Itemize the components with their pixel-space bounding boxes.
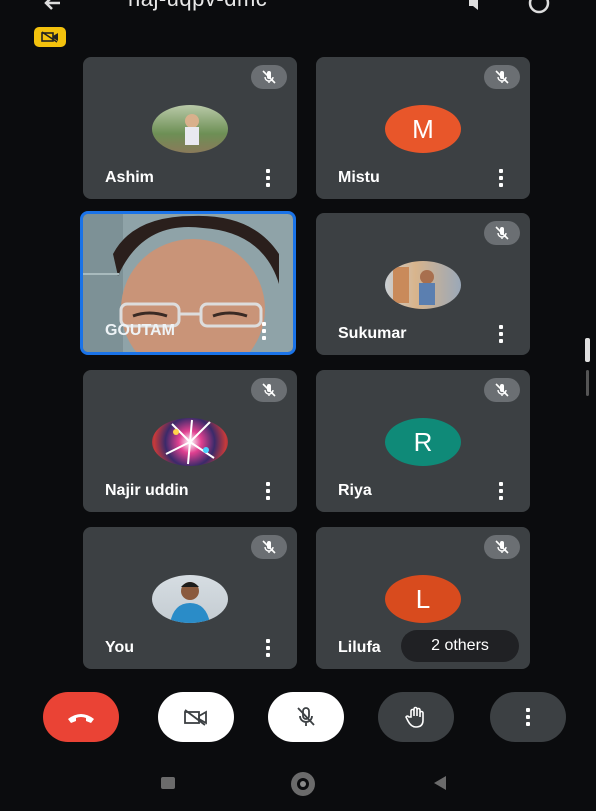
scrollbar-track	[586, 370, 589, 396]
participant-name: Ashim	[105, 169, 154, 186]
camera-off-icon	[184, 709, 207, 726]
scrollbar-thumb[interactable]	[585, 338, 590, 362]
participant-tile-mistu[interactable]: M Mistu	[316, 57, 530, 199]
participant-name: Riya	[338, 482, 372, 499]
mic-muted-icon	[251, 535, 287, 559]
tile-menu-icon[interactable]	[265, 169, 271, 187]
raise-hand-button[interactable]	[378, 692, 454, 742]
recents-icon[interactable]	[161, 777, 175, 789]
avatar: M	[385, 105, 461, 153]
mic-muted-icon	[484, 378, 520, 402]
meeting-code: naj-uqpv-dmc	[128, 0, 267, 12]
participant-name: Sukumar	[338, 325, 407, 342]
home-icon[interactable]	[291, 772, 315, 796]
camera-toggle-button[interactable]	[158, 692, 234, 742]
others-chip[interactable]: 2 others	[401, 630, 519, 662]
mic-muted-icon	[251, 65, 287, 89]
participant-tile-sukumar[interactable]: Sukumar	[316, 213, 530, 355]
back-icon[interactable]	[433, 775, 447, 796]
participant-tile-goutam[interactable]: GOUTAM	[80, 211, 296, 355]
mic-muted-icon	[484, 221, 520, 245]
avatar: R	[385, 418, 461, 466]
avatar	[152, 418, 228, 466]
recording-indicator-icon	[34, 27, 66, 47]
tile-menu-icon[interactable]	[261, 322, 267, 340]
avatar	[152, 575, 228, 623]
avatar-letter: L	[415, 583, 431, 614]
back-arrow-icon[interactable]	[42, 0, 64, 14]
tile-menu-icon[interactable]	[265, 639, 271, 657]
mic-muted-icon	[484, 65, 520, 89]
tile-menu-icon[interactable]	[498, 482, 504, 500]
more-options-icon	[525, 708, 531, 726]
participant-tile-najir-uddin[interactable]: Najir uddin	[83, 370, 297, 512]
participant-name: Mistu	[338, 169, 380, 186]
tile-menu-icon[interactable]	[265, 482, 271, 500]
mic-muted-icon	[251, 378, 287, 402]
avatar	[152, 105, 228, 153]
avatar	[385, 261, 461, 309]
avatar: L	[385, 575, 461, 623]
end-call-icon	[68, 714, 94, 723]
mic-toggle-button[interactable]	[268, 692, 344, 742]
participant-tile-you[interactable]: You	[83, 527, 297, 669]
mic-off-icon	[297, 707, 315, 726]
participant-name: Lilufa	[338, 639, 381, 656]
participant-name: You	[105, 639, 135, 656]
switch-camera-icon[interactable]	[528, 0, 550, 14]
participant-tile-ashim[interactable]: Ashim	[83, 57, 297, 199]
more-options-button[interactable]	[490, 692, 566, 742]
tile-menu-icon[interactable]	[498, 169, 504, 187]
avatar-letter: R	[413, 426, 433, 457]
tile-menu-icon[interactable]	[498, 325, 504, 343]
mic-muted-icon	[484, 535, 520, 559]
participant-name: Najir uddin	[105, 482, 189, 499]
end-call-button[interactable]	[43, 692, 119, 742]
top-bar: naj-uqpv-dmc	[0, 0, 596, 26]
raise-hand-icon	[405, 706, 424, 728]
audio-output-icon[interactable]	[466, 0, 488, 14]
participant-name: GOUTAM	[105, 322, 175, 339]
participant-tile-riya[interactable]: R Riya	[316, 370, 530, 512]
avatar-letter: M	[412, 113, 434, 144]
